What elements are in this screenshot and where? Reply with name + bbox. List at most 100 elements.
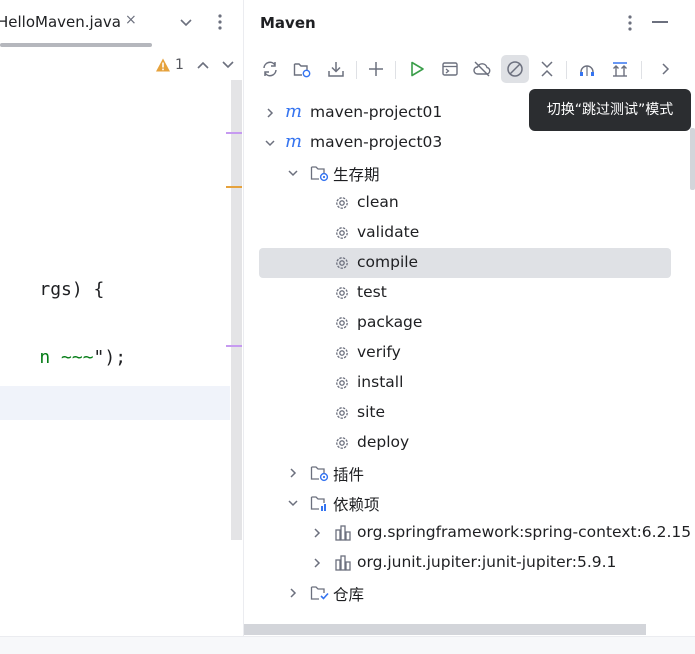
chevron-right-icon[interactable] — [311, 527, 323, 539]
tree-node-label: 插件 — [333, 466, 365, 484]
chevron-down-icon[interactable] — [287, 167, 299, 179]
tree-scrollbar-thumb[interactable] — [690, 128, 695, 190]
dependencies-folder-icon — [310, 494, 330, 512]
tree-node-repositories[interactable]: 仓库 — [244, 578, 674, 608]
tree-node-label: 生存期 — [333, 166, 380, 184]
code-editor[interactable]: HelloMaven.java × 1 rgs) { n ~~~"); — [0, 0, 244, 636]
chevron-right-icon[interactable] — [264, 107, 276, 119]
tree-node-lifecycle[interactable]: 生存期 — [244, 158, 674, 188]
skip-tests-icon[interactable] — [501, 55, 529, 83]
close-icon[interactable]: × — [125, 12, 137, 28]
maven-toolbar — [244, 52, 695, 88]
library-icon — [334, 554, 352, 572]
code-line: rgs) { — [39, 279, 105, 300]
active-tab-indicator — [0, 43, 152, 47]
editor-tab-title[interactable]: HelloMaven.java — [0, 13, 121, 31]
tree-node-dependencies[interactable]: 依赖项 — [244, 488, 674, 518]
toolbar-separator — [566, 61, 567, 79]
lifecycle-goal[interactable]: install — [244, 368, 674, 398]
show-dependencies-icon[interactable] — [573, 55, 601, 83]
run-icon[interactable] — [403, 55, 431, 83]
gear-icon — [333, 284, 351, 302]
goal-label: deploy — [357, 433, 410, 451]
tree-node-plugins[interactable]: 插件 — [244, 458, 674, 488]
gear-icon — [333, 194, 351, 212]
gear-icon — [333, 344, 351, 362]
lifecycle-goal[interactable]: test — [244, 278, 674, 308]
warning-count: 1 — [175, 57, 184, 73]
skip-tests-tooltip: 切换“跳过测试”模式 — [529, 89, 691, 131]
offline-mode-icon[interactable] — [468, 55, 496, 83]
caret-row-highlight — [0, 386, 230, 420]
tree-node-label: 依赖项 — [333, 496, 380, 514]
gear-icon — [333, 314, 351, 332]
tree-node-label: maven-project03 — [310, 133, 443, 151]
more-vertical-icon[interactable] — [622, 13, 638, 33]
warning-icon — [155, 57, 171, 73]
plugins-folder-icon — [310, 464, 330, 482]
gear-icon — [333, 224, 351, 242]
maven-tool-window: Maven m maven-project01 m maven-project0… — [244, 0, 695, 636]
gear-icon — [333, 254, 351, 272]
chevron-down-icon[interactable] — [287, 497, 299, 509]
dependency-item[interactable]: org.junit.jupiter:junit-jupiter:5.9.1 — [244, 548, 674, 578]
goal-label: clean — [357, 193, 399, 211]
tree-node-label: 仓库 — [333, 586, 365, 604]
editor-tab-bar: HelloMaven.java × — [0, 0, 244, 47]
goal-label: verify — [357, 343, 401, 361]
lifecycle-goal[interactable]: verify — [244, 338, 674, 368]
chevron-down-icon[interactable] — [178, 14, 194, 30]
execute-goal-icon[interactable] — [436, 55, 464, 83]
tree-node-project[interactable]: m maven-project03 — [244, 128, 674, 158]
download-icon[interactable] — [322, 55, 350, 83]
editor-scrollbar-thumb[interactable] — [231, 80, 242, 540]
maven-project-icon: m — [285, 103, 307, 121]
lifecycle-goal[interactable]: validate — [244, 218, 674, 248]
collapse-all-icon[interactable] — [533, 55, 561, 83]
chevron-right-icon[interactable] — [287, 587, 299, 599]
goal-label: compile — [357, 253, 419, 271]
svg-text:m: m — [285, 133, 302, 151]
svg-text:m: m — [285, 103, 302, 121]
chevron-right-icon[interactable] — [311, 557, 323, 569]
toolbar-separator — [395, 61, 396, 79]
goal-label: package — [357, 313, 423, 331]
lifecycle-goal-selected[interactable]: compile — [259, 248, 671, 278]
generate-sources-icon[interactable] — [288, 55, 316, 83]
chevron-down-icon[interactable] — [221, 59, 235, 71]
toolbar-separator — [641, 61, 642, 79]
gear-icon — [333, 404, 351, 422]
goal-label: site — [357, 403, 385, 421]
toolbar-separator — [356, 61, 357, 79]
goal-label: test — [357, 283, 387, 301]
lifecycle-goal[interactable]: site — [244, 398, 674, 428]
gutter-marker — [226, 345, 242, 347]
code-line: n ~~~"); — [39, 347, 127, 368]
lifecycle-goal[interactable]: package — [244, 308, 674, 338]
chevron-right-icon[interactable] — [287, 467, 299, 479]
reload-icon[interactable] — [256, 55, 284, 83]
add-icon[interactable] — [362, 55, 390, 83]
chevron-down-icon[interactable] — [264, 137, 276, 149]
chevron-up-icon[interactable] — [196, 59, 210, 71]
maven-project-icon: m — [285, 133, 307, 151]
tree-horizontal-scrollbar-thumb[interactable] — [244, 624, 646, 635]
gear-icon — [333, 434, 351, 452]
tool-window-title: Maven — [260, 14, 316, 32]
more-chevron-icon[interactable] — [651, 55, 679, 83]
dependency-label: org.springframework:spring-context:6.2.1… — [357, 523, 692, 541]
lifecycle-goal[interactable]: deploy — [244, 428, 674, 458]
more-vertical-icon[interactable] — [212, 12, 228, 32]
goal-label: install — [357, 373, 404, 391]
gutter-marker — [226, 132, 242, 134]
analyze-dependencies-icon[interactable] — [606, 55, 634, 83]
minimize-icon[interactable] — [652, 21, 668, 23]
lifecycle-goal[interactable]: clean — [244, 188, 674, 218]
goal-label: validate — [357, 223, 420, 241]
inspection-widget[interactable]: 1 — [0, 50, 244, 80]
lifecycle-folder-icon — [310, 164, 330, 182]
dependency-item[interactable]: org.springframework:spring-context:6.2.1… — [244, 518, 691, 548]
library-icon — [334, 524, 352, 542]
tree-node-label: maven-project01 — [310, 103, 443, 121]
dependency-label: org.junit.jupiter:junit-jupiter:5.9.1 — [357, 553, 617, 571]
